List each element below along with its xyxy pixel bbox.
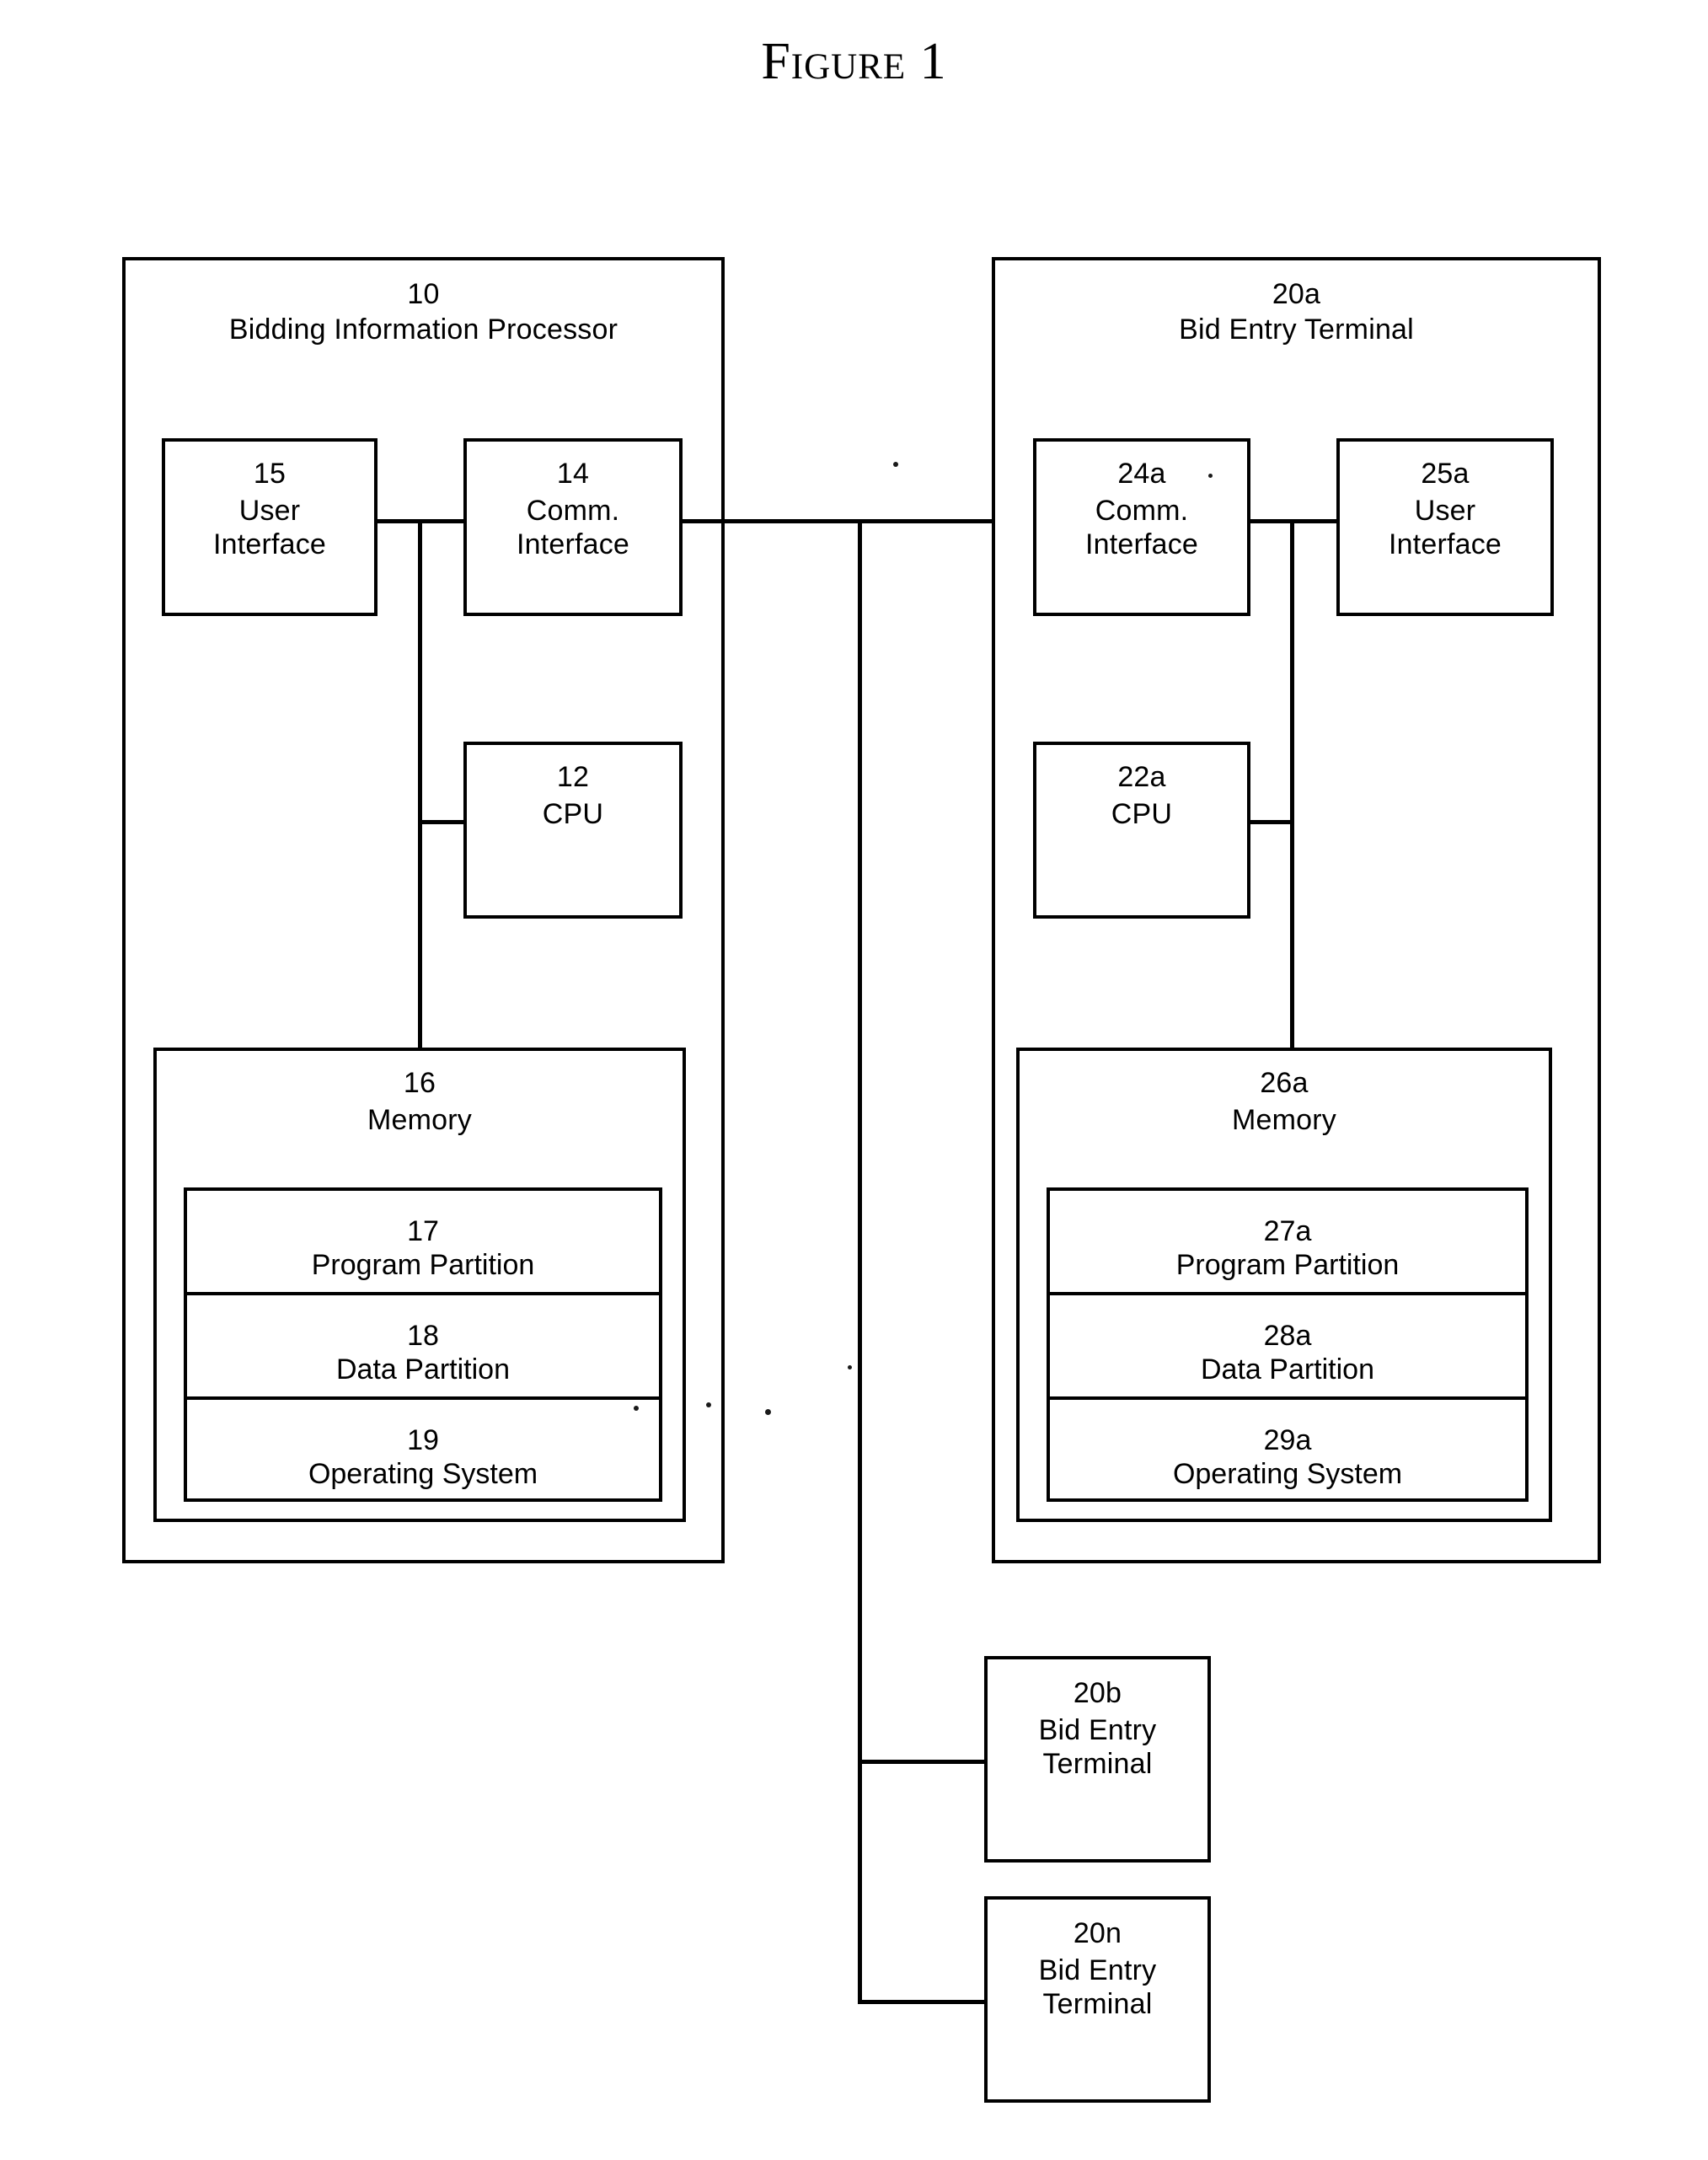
terminal-a-partition-os-ref: 29a [1263,1424,1312,1456]
processor-cpu-ref: 12 [556,761,590,793]
bid-entry-terminal-b-box[interactable]: 20b Bid Entry Terminal [984,1656,1211,1863]
processor-partition-data[interactable]: 18 Data Partition [187,1295,659,1400]
processor-partition-os-label: Operating System [308,1458,538,1490]
processor-partition-data-ref: 18 [407,1320,439,1352]
terminal-b-label: Bid Entry Terminal [1038,1714,1157,1781]
terminal-b-ref: 20b [1073,1677,1122,1709]
wire-network-trunk [858,519,862,2004]
processor-memory-label: Memory [367,1104,472,1136]
processor-comm-interface-ref: 14 [556,458,590,490]
processor-partition-program[interactable]: 17 Program Partition [187,1191,659,1295]
scan-speck [848,1365,852,1369]
processor-partition-data-label: Data Partition [336,1353,510,1386]
terminal-n-label: Bid Entry Terminal [1038,1954,1157,2021]
terminal-a-user-interface-ref: 25a [1421,458,1470,490]
processor-partition-program-label: Program Partition [311,1249,535,1281]
processor-user-interface-ref: 15 [253,458,286,490]
scan-speck [893,462,898,467]
wire-network-backbone [679,519,1033,523]
terminal-a-cpu-label: CPU [1111,798,1173,830]
processor-memory-box: 16 Memory 17 Program Partition 18 Data P… [153,1048,686,1522]
processor-cpu-label: CPU [542,798,604,830]
processor-user-interface-label: User Interface [212,495,327,561]
terminal-a-comm-interface-ref: 24a [1117,458,1166,490]
bid-entry-terminal-n-box[interactable]: 20n Bid Entry Terminal [984,1896,1211,2103]
processor-partition-program-ref: 17 [407,1215,439,1247]
terminal-a-comm-interface-box[interactable]: 24a Comm. Interface [1033,438,1250,616]
terminal-a-partition-data-ref: 28a [1263,1320,1312,1352]
wire-network-branch-20b [858,1760,986,1764]
wire-terminal-a-bus-to-cpu [1248,820,1294,824]
terminal-a-memory-label: Memory [1232,1104,1336,1136]
terminal-a-title: Bid Entry Terminal [1179,314,1414,346]
terminal-a-memory-partitions: 27a Program Partition 28a Data Partition… [1047,1187,1529,1502]
processor-memory-partitions: 17 Program Partition 18 Data Partition 1… [184,1187,662,1502]
terminal-a-cpu-ref: 22a [1117,761,1166,793]
terminal-a-user-interface-label: User Interface [1388,495,1502,561]
processor-comm-interface-box[interactable]: 14 Comm. Interface [463,438,683,616]
wire-processor-internal-bus [418,519,422,1050]
wire-terminal-a-internal-bus [1290,519,1294,1050]
wire-network-branch-20n [858,2000,986,2004]
terminal-a-partition-os-label: Operating System [1172,1458,1403,1490]
scan-speck [1208,474,1213,478]
terminal-a-partition-data-label: Data Partition [1201,1353,1374,1386]
terminal-a-user-interface-box[interactable]: 25a User Interface [1336,438,1554,616]
processor-cpu-box[interactable]: 12 CPU [463,742,683,919]
wire-processor-bus-to-cpu [418,820,467,824]
processor-title: Bidding Information Processor [228,314,618,346]
terminal-a-partition-data[interactable]: 28a Data Partition [1050,1295,1525,1400]
processor-ref: 10 [407,278,440,310]
terminal-a-partition-program[interactable]: 27a Program Partition [1050,1191,1525,1295]
scan-speck [706,1402,711,1407]
processor-user-interface-box[interactable]: 15 User Interface [162,438,377,616]
terminal-a-partition-program-label: Program Partition [1175,1249,1400,1281]
scan-speck [765,1409,771,1415]
terminal-a-memory-ref: 26a [1260,1067,1309,1099]
terminal-a-cpu-box[interactable]: 22a CPU [1033,742,1250,919]
processor-partition-os[interactable]: 19 Operating System [187,1400,659,1505]
processor-comm-interface-label: Comm. Interface [516,495,630,561]
processor-partition-os-ref: 19 [407,1424,439,1456]
terminal-a-partition-os[interactable]: 29a Operating System [1050,1400,1525,1505]
terminal-a-partition-program-ref: 27a [1263,1215,1312,1247]
scan-speck [634,1406,639,1411]
figure-title: Figure 1 [761,33,947,90]
terminal-a-comm-interface-label: Comm. Interface [1084,495,1199,561]
terminal-a-memory-box: 26a Memory 27a Program Partition 28a Dat… [1016,1048,1552,1522]
terminal-a-ref: 20a [1272,278,1321,310]
terminal-n-ref: 20n [1073,1917,1122,1949]
processor-memory-ref: 16 [403,1067,436,1099]
